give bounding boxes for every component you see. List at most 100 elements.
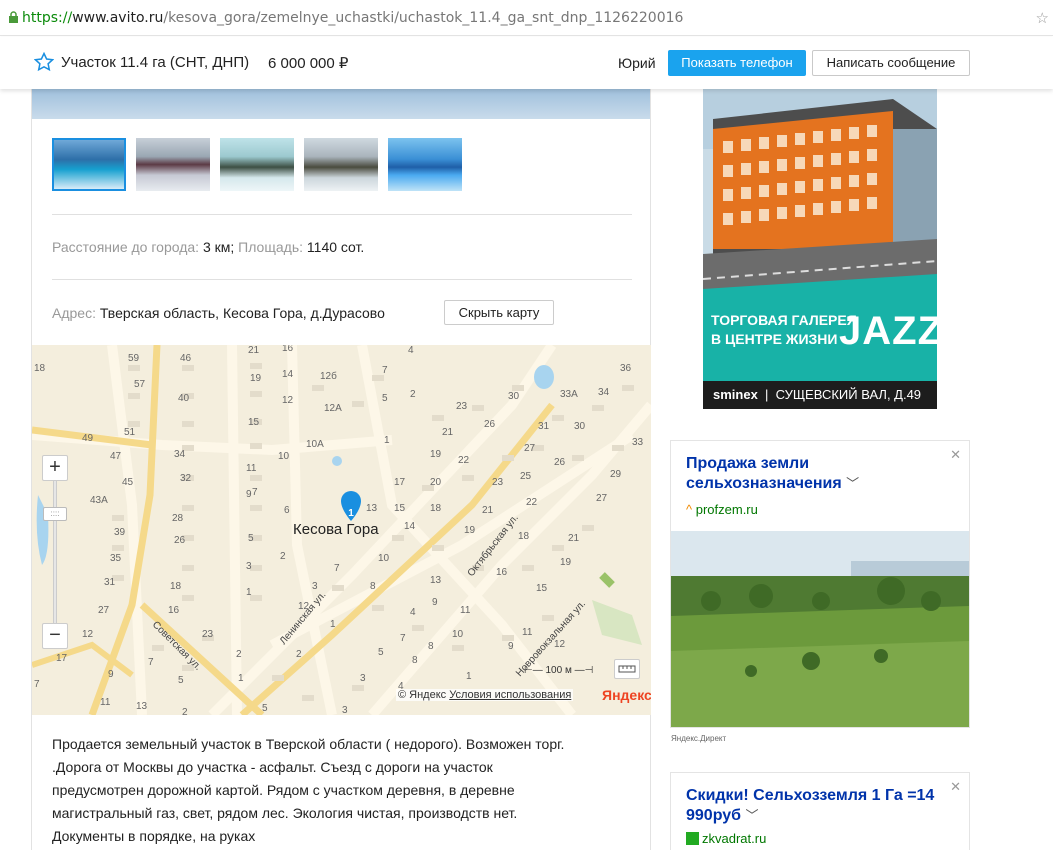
house-number: 3 <box>342 705 348 715</box>
house-number: 43А <box>90 495 108 506</box>
house-number: 8 <box>370 581 376 592</box>
map-marker-number: 1 <box>348 508 354 519</box>
house-number: 15 <box>394 503 406 514</box>
thumbnail-2[interactable] <box>136 138 210 191</box>
divider <box>52 279 632 280</box>
listing-main: Расстояние до города: 3 км; Площадь: 114… <box>31 89 651 850</box>
house-number: 9 <box>432 597 438 608</box>
description-line: предусмотрен дорожной картой. Рядом с уч… <box>52 782 515 798</box>
chevron-down-icon[interactable]: ﹀ <box>846 476 859 491</box>
zoom-slider-handle[interactable]: :::: <box>43 507 67 521</box>
ad-domain[interactable]: zkvadrat.ru <box>686 831 766 846</box>
thumbnail-3[interactable] <box>220 138 294 191</box>
house-number: 1 <box>246 587 252 598</box>
house-number: 25 <box>520 471 532 482</box>
show-phone-button[interactable]: Показать телефон <box>668 50 806 76</box>
house-number: 9 <box>246 489 252 500</box>
url-path: /kesova_gora/zemelnye_uchastki/uchastok_… <box>163 10 684 26</box>
ad-domain-text[interactable]: zkvadrat.ru <box>702 831 766 846</box>
house-number: 12 <box>82 629 94 640</box>
main-photo[interactable] <box>32 89 650 119</box>
ad-domain[interactable]: ^ profzem.ru <box>686 502 758 517</box>
ad-title[interactable]: Скидки! Сельхозземля 1 Га =14 990руб ﹀ <box>686 786 956 826</box>
house-number: 33 <box>632 437 644 448</box>
house-number: 12А <box>324 403 342 414</box>
house-number: 39 <box>114 527 126 538</box>
house-number: 7 <box>382 365 388 376</box>
description-line: Продается земельный участок в Тверской о… <box>52 736 565 752</box>
house-number: 7 <box>252 487 258 498</box>
ad-image[interactable] <box>671 531 969 727</box>
direct-ad-1[interactable]: Продажа земли сельхозназначения ﹀ ✕ ^ pr… <box>670 440 970 728</box>
banner-address: СУЩЕВСКИЙ ВАЛ, Д.49 <box>775 387 922 402</box>
area-value: 1140 сот. <box>306 239 365 255</box>
house-number: 35 <box>110 553 122 564</box>
yandex-direct-label[interactable]: Яндекс.Директ <box>671 734 726 743</box>
ad-title[interactable]: Продажа земли сельхозназначения ﹀ <box>686 454 956 494</box>
address-bar[interactable]: https://www.avito.ru/kesova_gora/zemelny… <box>0 0 1053 36</box>
zoom-out-button[interactable]: − <box>42 623 68 649</box>
house-number: 10 <box>378 553 390 564</box>
house-number: 14 <box>282 369 294 380</box>
house-number: 28 <box>172 513 184 524</box>
house-number: 3 <box>246 561 252 572</box>
house-number: 5 <box>178 675 184 686</box>
scale-label: 100 м <box>545 665 572 676</box>
ad-title-text[interactable]: Продажа земли сельхозназначения <box>686 455 842 492</box>
banner-brand: sminex <box>713 387 758 402</box>
close-icon[interactable]: ✕ <box>950 779 961 795</box>
house-number: 49 <box>82 433 94 444</box>
chevron-down-icon[interactable]: ﹀ <box>746 808 759 823</box>
close-icon[interactable]: ✕ <box>950 447 961 463</box>
house-number: 17 <box>394 477 406 488</box>
listing-params: Расстояние до города: 3 км; Площадь: 114… <box>52 239 364 255</box>
zoom-track[interactable] <box>53 481 57 631</box>
ad-domain-text[interactable]: profzem.ru <box>696 502 758 517</box>
house-number: 5 <box>378 647 384 658</box>
house-number: 6 <box>284 505 290 516</box>
thumbnail-4[interactable] <box>304 138 378 191</box>
direct-ad-2[interactable]: Скидки! Сельхозземля 1 Га =14 990руб ﹀ ✕… <box>670 772 970 850</box>
ad-title-text[interactable]: Скидки! Сельхозземля 1 Га =14 990руб <box>686 787 934 824</box>
ruler-button[interactable] <box>614 659 640 679</box>
bookmark-star-icon[interactable]: ☆ <box>1036 0 1049 35</box>
yandex-logo[interactable]: Яндекс <box>602 687 651 703</box>
house-number: 1 <box>466 671 472 682</box>
house-number: 2 <box>280 551 286 562</box>
house-number: 7 <box>400 633 406 644</box>
house-number: 19 <box>430 449 442 460</box>
house-number: 21 <box>248 345 260 356</box>
terms-link[interactable]: Условия использования <box>449 689 571 701</box>
house-number: 18 <box>34 363 46 374</box>
house-number: 33А <box>560 389 578 400</box>
favorite-star-icon[interactable] <box>34 52 54 72</box>
house-number: 51 <box>124 427 136 438</box>
jazz-banner-ad[interactable]: ТОРГОВАЯ ГАЛЕРЕЯ В ЦЕНТРЕ ЖИЗНИ JAZZ smi… <box>703 89 937 409</box>
house-number: 30 <box>508 391 520 402</box>
hide-map-button[interactable]: Скрыть карту <box>444 300 554 325</box>
listing-description: Продается земельный участок в Тверской о… <box>52 733 742 848</box>
thumbnail-1[interactable] <box>52 138 126 191</box>
house-number: 9 <box>108 669 114 680</box>
building-illustration <box>703 89 937 304</box>
seller-name[interactable]: Юрий <box>618 55 656 71</box>
zoom-in-button[interactable]: + <box>42 455 68 481</box>
distance-value: 3 км; <box>202 239 235 255</box>
thumbnail-5[interactable] <box>388 138 462 191</box>
house-number: 19 <box>560 557 572 568</box>
house-number: 17 <box>56 653 68 664</box>
house-number: 27 <box>596 493 608 504</box>
house-number: 2 <box>410 389 416 400</box>
house-number: 19 <box>464 525 476 536</box>
house-number: 1 <box>330 619 336 630</box>
house-number: 15 <box>248 417 260 428</box>
house-number: 27 <box>524 443 536 454</box>
house-number: 1 <box>238 673 244 684</box>
description-line: магистральный газ, свет, рядом лес. Экол… <box>52 805 518 821</box>
profzem-logo-icon: ^ <box>686 502 693 517</box>
house-number: 16 <box>496 567 508 578</box>
divider <box>52 214 632 215</box>
house-number: 2 <box>236 649 242 660</box>
yandex-map[interactable]: 59 46 21 16 4 18 57 19 14 12б 7 36 40 12 12А 5 2 23 30 33… <box>32 345 651 715</box>
write-message-button[interactable]: Написать сообщение <box>812 50 970 76</box>
